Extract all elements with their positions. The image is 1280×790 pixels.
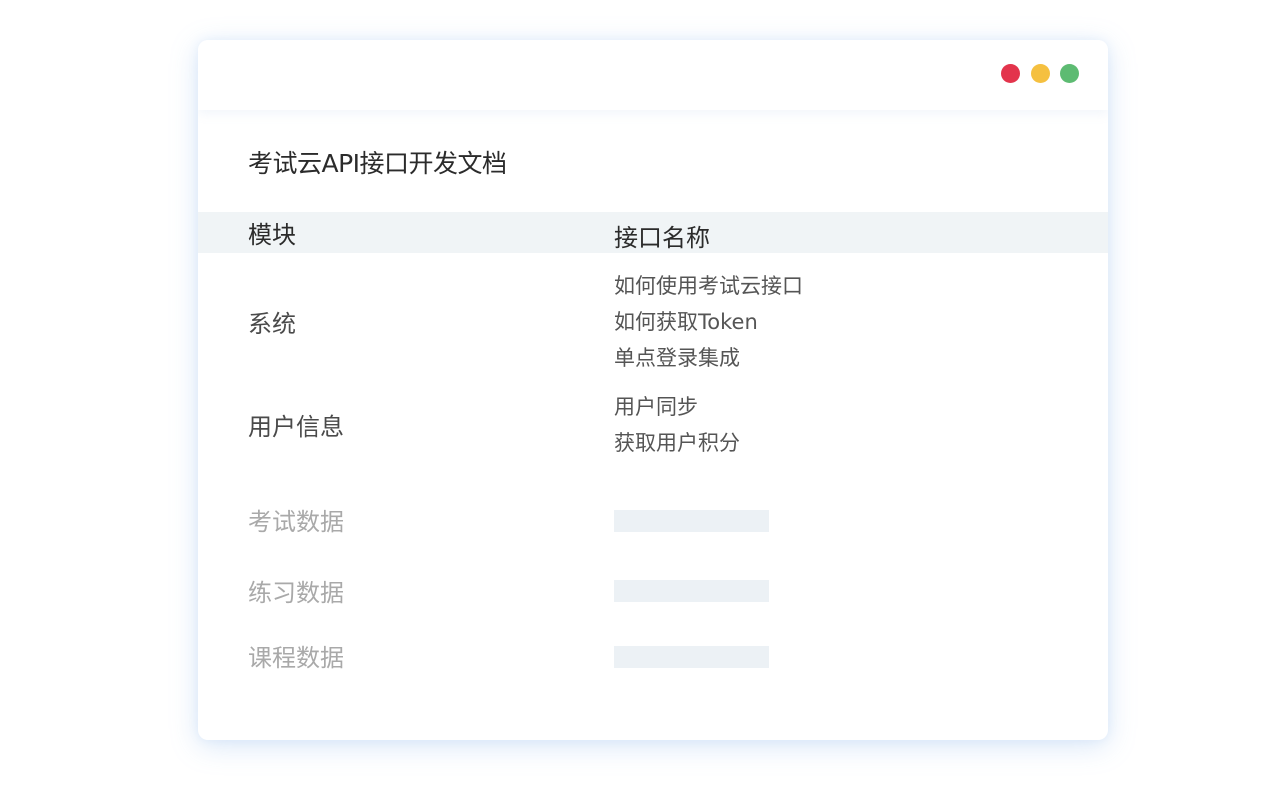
api-link-user-sync[interactable]: 用户同步 [614, 389, 740, 425]
api-link-sso-integration[interactable]: 单点登录集成 [614, 340, 803, 376]
app-window: 考试云API接口开发文档 模块 接口名称 系统 如何使用考试云接口 如何获取To… [198, 40, 1108, 740]
loading-placeholder-exam-data [614, 510, 769, 532]
module-user-info: 用户信息 [248, 413, 344, 441]
loading-placeholder-course-data [614, 646, 769, 668]
api-link-user-points[interactable]: 获取用户积分 [614, 425, 740, 461]
column-header-module: 模块 [248, 221, 296, 249]
module-system: 系统 [248, 310, 296, 338]
maximize-window-button[interactable] [1060, 64, 1079, 83]
close-window-button[interactable] [1001, 64, 1020, 83]
module-course-data: 课程数据 [248, 644, 344, 672]
column-header-api-name: 接口名称 [614, 224, 710, 252]
table-header: 模块 接口名称 [198, 212, 1108, 253]
module-exam-data: 考试数据 [248, 508, 344, 536]
api-link-get-token[interactable]: 如何获取Token [614, 304, 803, 340]
page-title: 考试云API接口开发文档 [248, 149, 507, 178]
minimize-window-button[interactable] [1031, 64, 1050, 83]
module-practice-data: 练习数据 [248, 579, 344, 607]
window-titlebar [198, 40, 1108, 110]
loading-placeholder-practice-data [614, 580, 769, 602]
api-link-use-api[interactable]: 如何使用考试云接口 [614, 268, 803, 304]
api-list-system: 如何使用考试云接口 如何获取Token 单点登录集成 [614, 268, 803, 376]
api-list-user-info: 用户同步 获取用户积分 [614, 389, 740, 461]
